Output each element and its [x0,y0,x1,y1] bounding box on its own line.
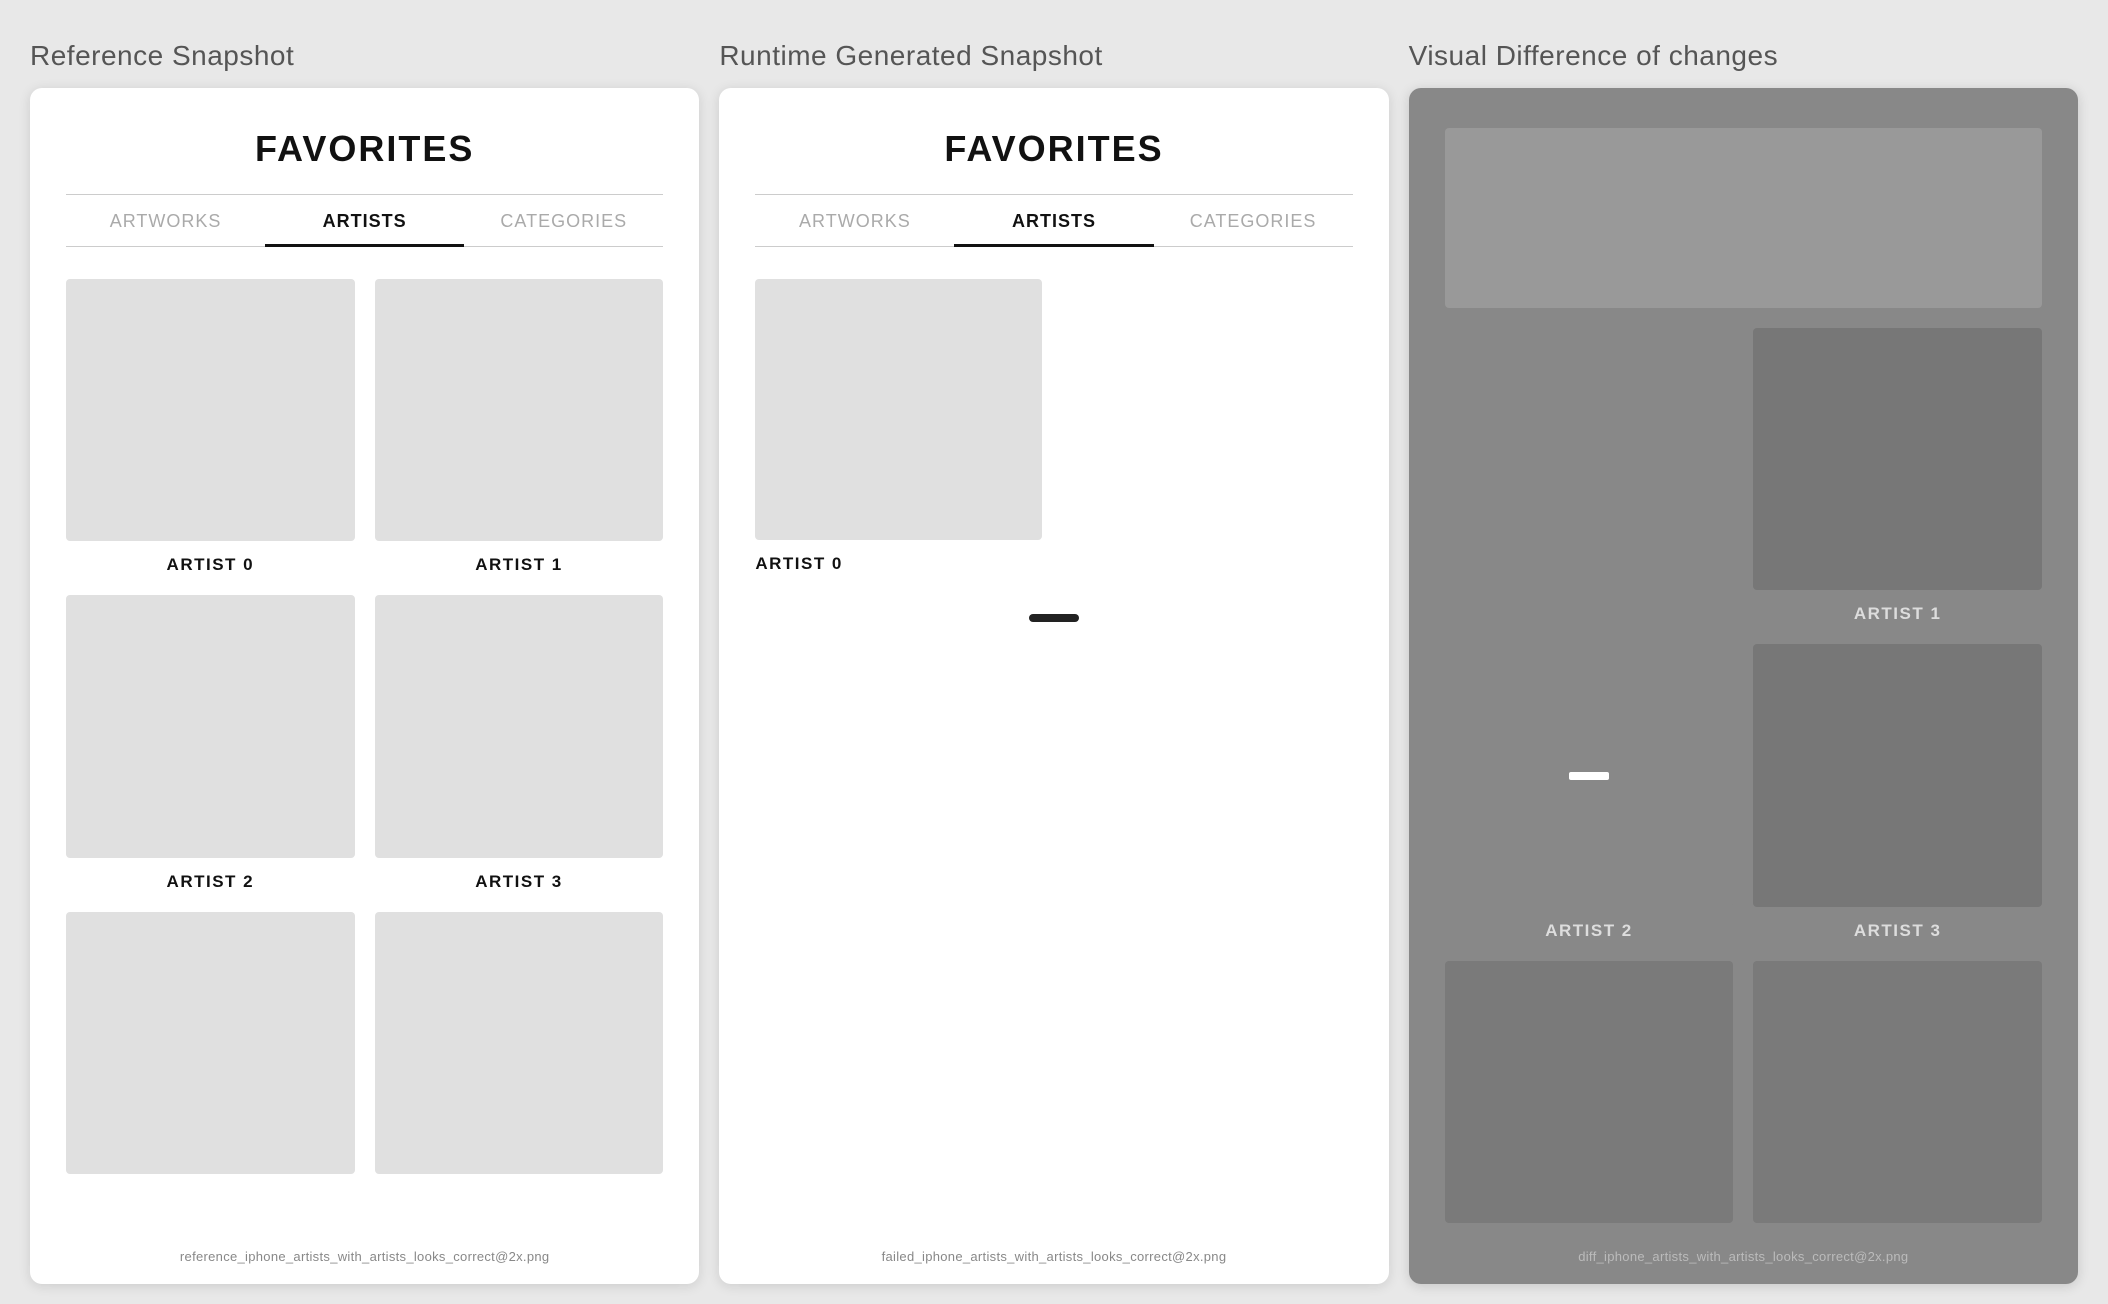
list-item [1753,961,2042,1237]
reference-phone-frame: FAVORITES ARTWORKS ARTISTS CATEGORIES AR… [30,88,699,1284]
diff-image-5 [1753,961,2042,1223]
list-item: ARTIST 1 [1753,328,2042,624]
loading-indicator [1029,614,1079,622]
diff-image-2 [1445,644,1734,906]
artist-image-4-ref [66,912,355,1174]
list-item: ARTIST 0 [755,279,1042,574]
runtime-artists-area: ARTIST 0 [755,279,1352,642]
tab-categories-runtime[interactable]: CATEGORIES [1154,195,1353,247]
artist-image-0-runtime [755,279,1042,540]
diff-image-4 [1445,961,1734,1223]
diff-artists-grid: ARTIST 1 ARTIST 2 ARTIST 3 [1445,328,2042,1237]
tab-categories-ref[interactable]: CATEGORIES [464,195,663,247]
diff-panel: Visual Difference of changes ARTIST 1 [1409,40,2078,1284]
reference-tab-bar: ARTWORKS ARTISTS CATEGORIES [66,194,663,247]
artist-image-2-ref [66,595,355,857]
diff-image-1 [1753,328,2042,590]
runtime-phone-frame: FAVORITES ARTWORKS ARTISTS CATEGORIES AR… [719,88,1388,1284]
list-item: ARTIST 2 [1445,644,1734,940]
panels-container: Reference Snapshot FAVORITES ARTWORKS AR… [30,40,2078,1284]
artist-image-1-ref [375,279,664,541]
artist-name-0-runtime: ARTIST 0 [755,554,843,574]
runtime-tab-bar: ARTWORKS ARTISTS CATEGORIES [755,194,1352,247]
reference-panel: Reference Snapshot FAVORITES ARTWORKS AR… [30,40,699,1284]
runtime-caption: failed_iphone_artists_with_artists_looks… [755,1237,1352,1264]
artist-name-3-ref: ARTIST 3 [475,872,563,892]
reference-caption: reference_iphone_artists_with_artists_lo… [66,1237,663,1264]
list-item: ARTIST 0 [66,279,355,575]
tab-artworks-ref[interactable]: ARTWORKS [66,195,265,247]
diff-phone-frame: ARTIST 1 ARTIST 2 ARTIST 3 [1409,88,2078,1284]
runtime-panel-title: Runtime Generated Snapshot [719,40,1388,72]
runtime-panel: Runtime Generated Snapshot FAVORITES ART… [719,40,1388,1284]
diff-image-3 [1753,644,2042,906]
reference-favorites-title: FAVORITES [66,128,663,170]
reference-artists-grid: ARTIST 0 ARTIST 1 ARTIST 2 ARTIST 3 [66,279,663,1188]
list-item [375,912,664,1188]
artist-image-3-ref [375,595,664,857]
artist-name-0-ref: ARTIST 0 [167,555,255,575]
artist-image-5-ref [375,912,664,1174]
diff-artist-name-1: ARTIST 1 [1854,604,1942,624]
diff-panel-title: Visual Difference of changes [1409,40,2078,72]
diff-cell-empty [1445,328,1734,624]
artist-image-0-ref [66,279,355,541]
diff-caption: diff_iphone_artists_with_artists_looks_c… [1445,1237,2042,1264]
list-item: ARTIST 3 [375,595,664,891]
tab-artists-ref[interactable]: ARTISTS [265,195,464,247]
diff-white-bar [1569,772,1609,780]
list-item: ARTIST 1 [375,279,664,575]
list-item: ARTIST 2 [66,595,355,891]
reference-panel-title: Reference Snapshot [30,40,699,72]
list-item [1445,961,1734,1237]
tab-artworks-runtime[interactable]: ARTWORKS [755,195,954,247]
runtime-favorites-title: FAVORITES [755,128,1352,170]
tab-artists-runtime[interactable]: ARTISTS [954,195,1153,247]
list-item [66,912,355,1188]
diff-artist-name-3: ARTIST 3 [1854,921,1942,941]
diff-header-area [1445,128,2042,308]
diff-artist-name-2: ARTIST 2 [1545,921,1633,941]
artist-name-2-ref: ARTIST 2 [167,872,255,892]
artist-name-1-ref: ARTIST 1 [475,555,563,575]
list-item: ARTIST 3 [1753,644,2042,940]
